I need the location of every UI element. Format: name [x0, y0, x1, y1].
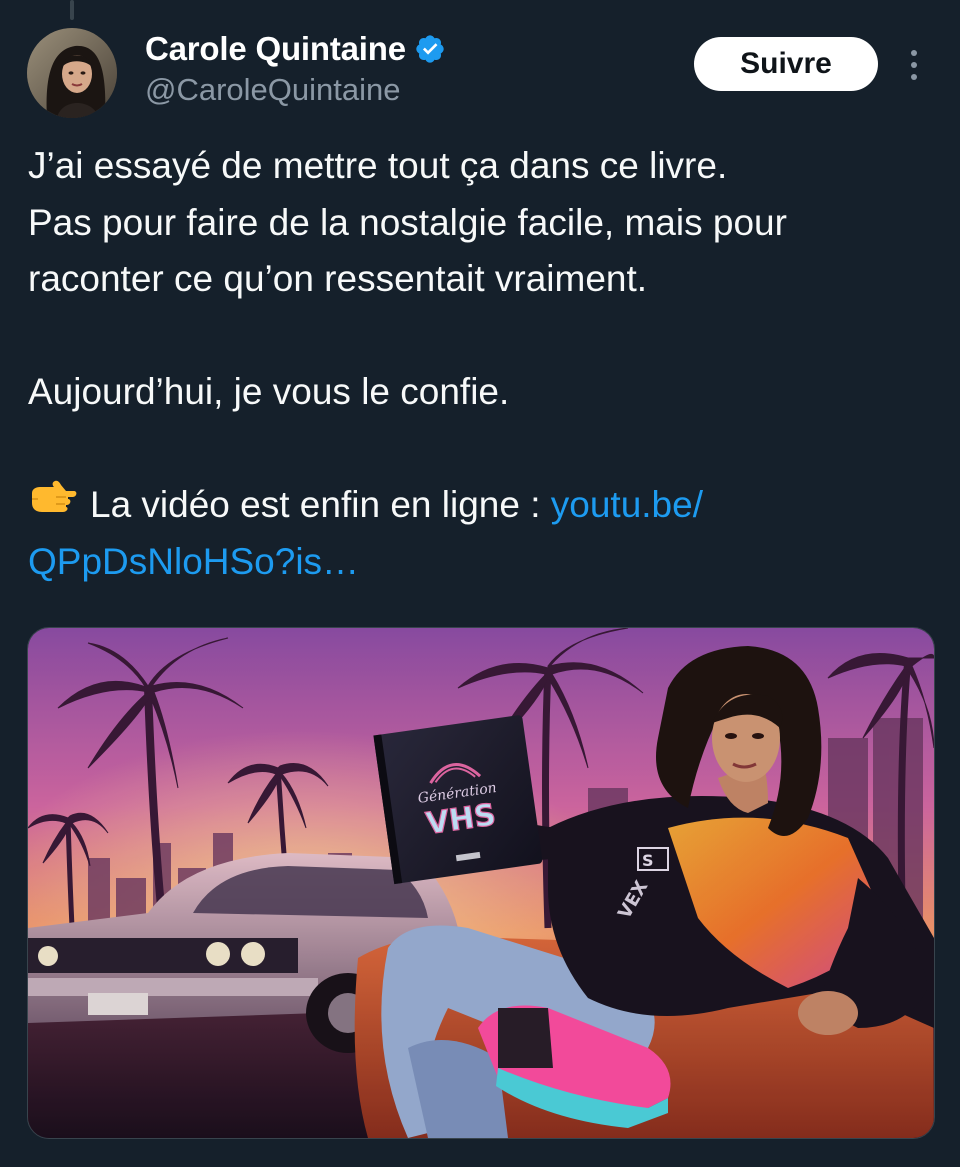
follow-button[interactable]: Suivre: [694, 37, 878, 91]
avatar[interactable]: [27, 28, 117, 118]
tweet-cta-text: La vidéo est enfin en ligne :: [90, 484, 551, 525]
tweet-line: Pas pour faire de la nostalgie facile, m…: [28, 201, 787, 243]
thread-connector-line: [70, 0, 74, 20]
youtube-link-continued[interactable]: QPpDsNloHSo?is…: [28, 541, 359, 582]
tweet-link-line: QPpDsNloHSo?is…: [28, 534, 940, 591]
more-vertical-icon[interactable]: [898, 46, 930, 84]
tweet-cta-line: La vidéo est enfin en ligne : youtu.be/: [28, 477, 940, 534]
tweet-line: raconter ce qu’on ressentait vraiment.: [28, 258, 648, 299]
tweet-line: Aujourd’hui, je vous le confie.: [28, 371, 510, 412]
youtube-link[interactable]: youtu.be/: [551, 484, 703, 525]
author-handle[interactable]: @CaroleQuintaine: [145, 72, 401, 108]
media-image[interactable]: S VEX Génération VHS: [27, 627, 935, 1139]
author-name-row: Carole Quintaine: [145, 28, 446, 70]
verified-badge-icon: [416, 35, 444, 63]
tweet-text: J’ai essayé de mettre tout ça dans ce li…: [28, 138, 940, 590]
author-display-name[interactable]: Carole Quintaine: [145, 30, 406, 68]
tweet-line: J’ai essayé de mettre tout ça dans ce li…: [28, 145, 728, 186]
pointing-hand-icon: [28, 475, 78, 532]
